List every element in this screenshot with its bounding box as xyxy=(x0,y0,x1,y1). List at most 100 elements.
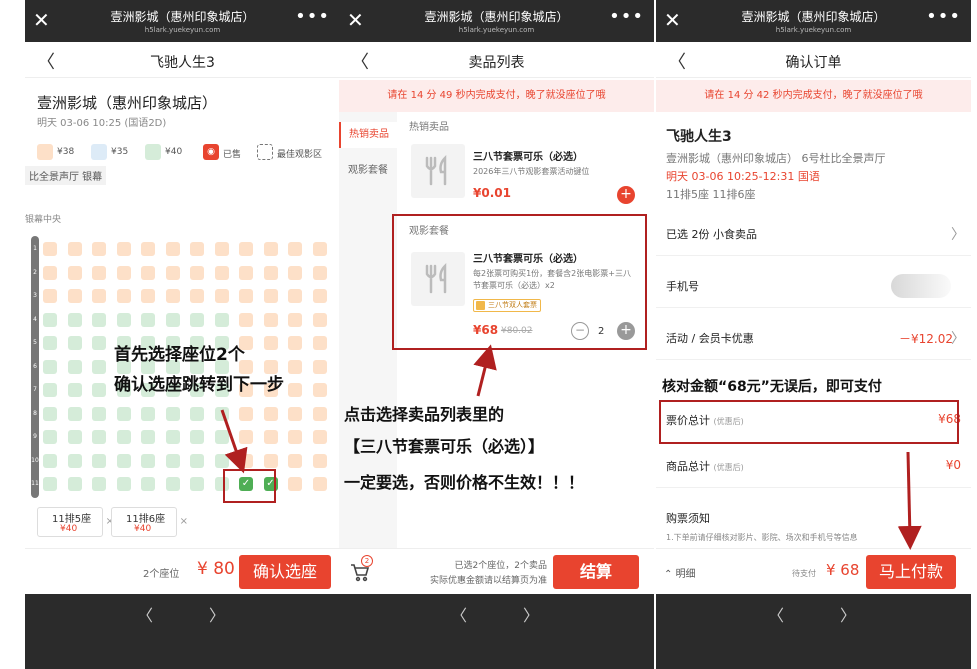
seat[interactable] xyxy=(141,242,155,256)
seat[interactable] xyxy=(190,242,204,256)
seat[interactable] xyxy=(43,265,57,280)
seat[interactable] xyxy=(288,383,302,397)
seat[interactable] xyxy=(43,430,57,444)
seat[interactable] xyxy=(141,477,155,491)
seat[interactable] xyxy=(263,242,278,256)
more-icon[interactable]: ••• xyxy=(926,6,961,27)
seat[interactable] xyxy=(141,289,155,303)
seat[interactable] xyxy=(43,477,57,491)
seat[interactable] xyxy=(67,477,82,491)
seat[interactable] xyxy=(239,406,253,421)
category-combo[interactable]: 观影套餐 xyxy=(339,158,397,184)
seat[interactable] xyxy=(214,406,229,421)
forward-nav-icon[interactable]: 〉 xyxy=(523,602,539,626)
seat[interactable] xyxy=(43,453,57,468)
seat[interactable] xyxy=(165,242,180,256)
seat[interactable] xyxy=(312,242,327,256)
seat[interactable] xyxy=(165,265,180,280)
seat[interactable] xyxy=(190,289,204,303)
seat[interactable] xyxy=(43,383,57,397)
seat[interactable] xyxy=(67,406,82,421)
more-icon[interactable]: ••• xyxy=(295,6,330,27)
seat[interactable] xyxy=(312,312,327,327)
seat[interactable] xyxy=(92,453,106,468)
seat[interactable] xyxy=(288,242,302,256)
seat[interactable] xyxy=(92,265,106,280)
seat[interactable] xyxy=(141,453,155,468)
seat[interactable] xyxy=(312,477,327,491)
seat[interactable] xyxy=(43,406,57,421)
seat[interactable] xyxy=(165,289,180,303)
selected-seat-tag[interactable]: 11排6座 ¥40 × xyxy=(111,507,188,537)
seat[interactable] xyxy=(214,289,229,303)
seat[interactable] xyxy=(67,383,82,397)
seat[interactable] xyxy=(239,265,253,280)
seat[interactable] xyxy=(67,453,82,468)
seat[interactable] xyxy=(214,265,229,280)
seat[interactable] xyxy=(67,265,82,280)
seat[interactable] xyxy=(288,312,302,327)
snack-row[interactable]: 已选 2份 小食卖品 〉 xyxy=(656,212,971,256)
seat[interactable] xyxy=(92,359,106,374)
seat[interactable] xyxy=(141,406,155,421)
seat[interactable] xyxy=(141,430,155,444)
seat[interactable] xyxy=(288,453,302,468)
seat[interactable] xyxy=(116,289,131,303)
phone-row[interactable]: 手机号 xyxy=(656,264,971,308)
category-hot[interactable]: 热销卖品 xyxy=(339,122,397,148)
seat[interactable] xyxy=(116,242,131,256)
seat[interactable] xyxy=(288,359,302,374)
seat[interactable] xyxy=(288,430,302,444)
seat[interactable] xyxy=(190,453,204,468)
seat[interactable] xyxy=(239,430,253,444)
seat[interactable] xyxy=(312,383,327,397)
seat[interactable] xyxy=(239,242,253,256)
seat[interactable] xyxy=(116,430,131,444)
seat[interactable] xyxy=(165,430,180,444)
seat[interactable] xyxy=(263,453,278,468)
seat[interactable] xyxy=(288,406,302,421)
forward-nav-icon[interactable]: 〉 xyxy=(209,602,225,626)
seat[interactable] xyxy=(43,312,57,327)
seat[interactable] xyxy=(190,406,204,421)
pay-now-button[interactable]: 马上付款 xyxy=(866,555,956,589)
seat[interactable] xyxy=(312,336,327,350)
back-nav-icon[interactable]: 〈 xyxy=(768,602,784,626)
close-icon[interactable]: × xyxy=(180,516,188,527)
seat[interactable] xyxy=(43,289,57,303)
seat[interactable] xyxy=(288,265,302,280)
seat[interactable] xyxy=(67,312,82,327)
seat[interactable] xyxy=(92,336,106,350)
seat[interactable] xyxy=(116,477,131,491)
seat[interactable] xyxy=(312,406,327,421)
seat[interactable] xyxy=(263,406,278,421)
seat[interactable] xyxy=(288,336,302,350)
seat[interactable] xyxy=(214,312,229,327)
seat[interactable] xyxy=(165,453,180,468)
seat[interactable] xyxy=(92,383,106,397)
seat[interactable] xyxy=(116,453,131,468)
seat[interactable] xyxy=(214,242,229,256)
seat[interactable] xyxy=(43,359,57,374)
seat[interactable] xyxy=(116,406,131,421)
checkout-button[interactable]: 结算 xyxy=(553,555,639,589)
seat[interactable] xyxy=(263,312,278,327)
seat[interactable] xyxy=(67,289,82,303)
seat[interactable] xyxy=(67,242,82,256)
back-nav-icon[interactable]: 〈 xyxy=(137,602,153,626)
seat[interactable] xyxy=(263,289,278,303)
seat[interactable] xyxy=(312,453,327,468)
selected-seat-tag[interactable]: 11排5座 ¥40 × xyxy=(37,507,114,537)
seat[interactable] xyxy=(92,312,106,327)
forward-nav-icon[interactable]: 〉 xyxy=(840,602,856,626)
seat[interactable] xyxy=(239,289,253,303)
seat[interactable] xyxy=(312,359,327,374)
promo-row[interactable]: 活动 / 会员卡优惠 －¥12.02 〉 xyxy=(656,316,971,360)
seat[interactable] xyxy=(214,430,229,444)
more-icon[interactable]: ••• xyxy=(609,6,644,27)
seat[interactable] xyxy=(92,289,106,303)
seat[interactable] xyxy=(116,312,131,327)
seat[interactable] xyxy=(190,430,204,444)
seat[interactable] xyxy=(312,430,327,444)
seat[interactable] xyxy=(190,265,204,280)
